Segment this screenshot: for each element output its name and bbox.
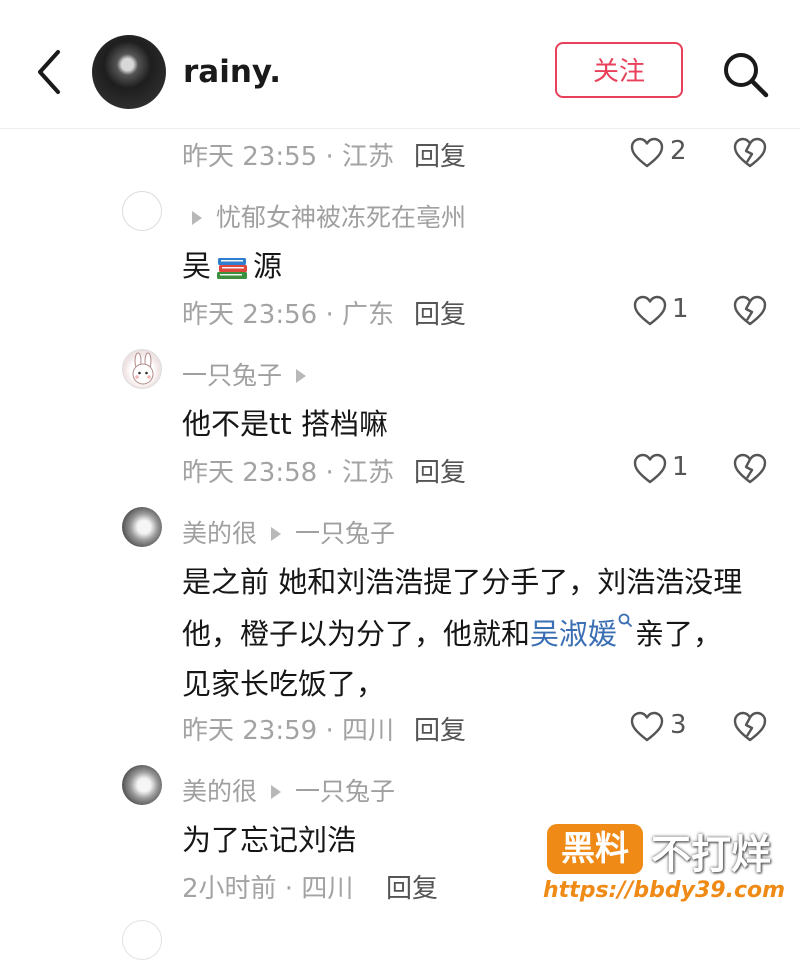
- comment-username[interactable]: 美的很: [182, 519, 257, 548]
- reply-button[interactable]: 回复: [414, 294, 466, 331]
- heart-outline-icon[interactable]: [633, 453, 667, 485]
- comment-text: 他不是tt 搭档嘛: [182, 407, 388, 441]
- reply-to-name[interactable]: 一只兔子: [295, 519, 395, 548]
- comment-text-line: 见家长吃饭了，: [182, 667, 386, 701]
- comment-meta: 2小时前 · 四川: [182, 874, 354, 904]
- broken-heart-icon[interactable]: [733, 453, 767, 485]
- username[interactable]: rainy.: [183, 54, 281, 90]
- reply-header: 忧郁女神被冻死在亳州: [192, 198, 466, 234]
- avatar[interactable]: [122, 920, 162, 960]
- reply-arrow-icon: [192, 211, 202, 225]
- reply-to-name[interactable]: 一只兔子: [295, 777, 395, 806]
- reply-button[interactable]: 回复: [414, 452, 466, 489]
- reply-header: 美的很 一只兔子: [182, 772, 395, 808]
- watermark-url: https://bbdy39.com: [543, 878, 786, 903]
- top-bar: rainy. 关注: [0, 0, 800, 129]
- search-icon[interactable]: [720, 49, 770, 99]
- comment-text-line: 是之前 她和刘浩浩提了分手了，刘浩浩没理: [182, 565, 743, 599]
- heart-outline-icon[interactable]: [630, 137, 664, 169]
- rabbit-avatar-icon: [132, 352, 154, 385]
- comment-text-line: 他，橙子以为分了，他就和吴淑媛 亲了，: [182, 611, 722, 653]
- reply-header: 一只兔子: [182, 356, 320, 392]
- avatar[interactable]: [122, 507, 162, 547]
- like-count: 3: [670, 710, 687, 740]
- reply-header: 美的很 一只兔子: [182, 514, 395, 550]
- avatar[interactable]: [122, 765, 162, 805]
- avatar[interactable]: [92, 35, 166, 109]
- watermark-title: 不打烊: [651, 832, 771, 878]
- comment-username[interactable]: 美的很: [182, 777, 257, 806]
- broken-heart-icon[interactable]: [733, 137, 767, 169]
- comment-meta: 昨天 23:58 · 江苏: [182, 458, 394, 488]
- reply-arrow-icon: [271, 785, 282, 799]
- heart-outline-icon[interactable]: [633, 295, 667, 327]
- comment-username[interactable]: 一只兔子: [182, 361, 282, 390]
- avatar[interactable]: [122, 191, 162, 231]
- chevron-left-icon[interactable]: [30, 46, 70, 98]
- comment-meta: 昨天 23:55 · 江苏: [182, 142, 394, 172]
- reply-to-name[interactable]: 忧郁女神被冻死在亳州: [216, 203, 466, 232]
- reply-arrow-icon: [296, 369, 307, 383]
- comment-meta: 昨天 23:56 · 广东: [182, 300, 394, 330]
- reply-button[interactable]: 回复: [414, 136, 466, 173]
- follow-button[interactable]: 关注: [555, 42, 683, 98]
- comment-text: 吴 源: [182, 249, 283, 283]
- books-emoji-icon: [217, 258, 248, 279]
- comment-text: 为了忘记刘浩: [182, 823, 357, 857]
- heart-outline-icon[interactable]: [630, 711, 664, 743]
- watermark: 黑料 不打烊 https://bbdy39.com: [543, 820, 786, 920]
- broken-heart-icon[interactable]: [733, 295, 767, 327]
- like-count: 2: [670, 136, 687, 166]
- reply-button[interactable]: 回复: [386, 868, 438, 905]
- avatar[interactable]: [122, 349, 162, 389]
- reply-arrow-icon: [271, 527, 282, 541]
- search-small-icon[interactable]: [617, 611, 633, 633]
- like-count: 1: [672, 452, 689, 482]
- broken-heart-icon[interactable]: [733, 711, 767, 743]
- search-link[interactable]: 吴淑媛: [530, 617, 617, 651]
- watermark-badge: 黑料: [547, 824, 643, 874]
- reply-button[interactable]: 回复: [414, 710, 466, 747]
- comment-meta: 昨天 23:59 · 四川: [182, 716, 394, 746]
- like-count: 1: [672, 294, 689, 324]
